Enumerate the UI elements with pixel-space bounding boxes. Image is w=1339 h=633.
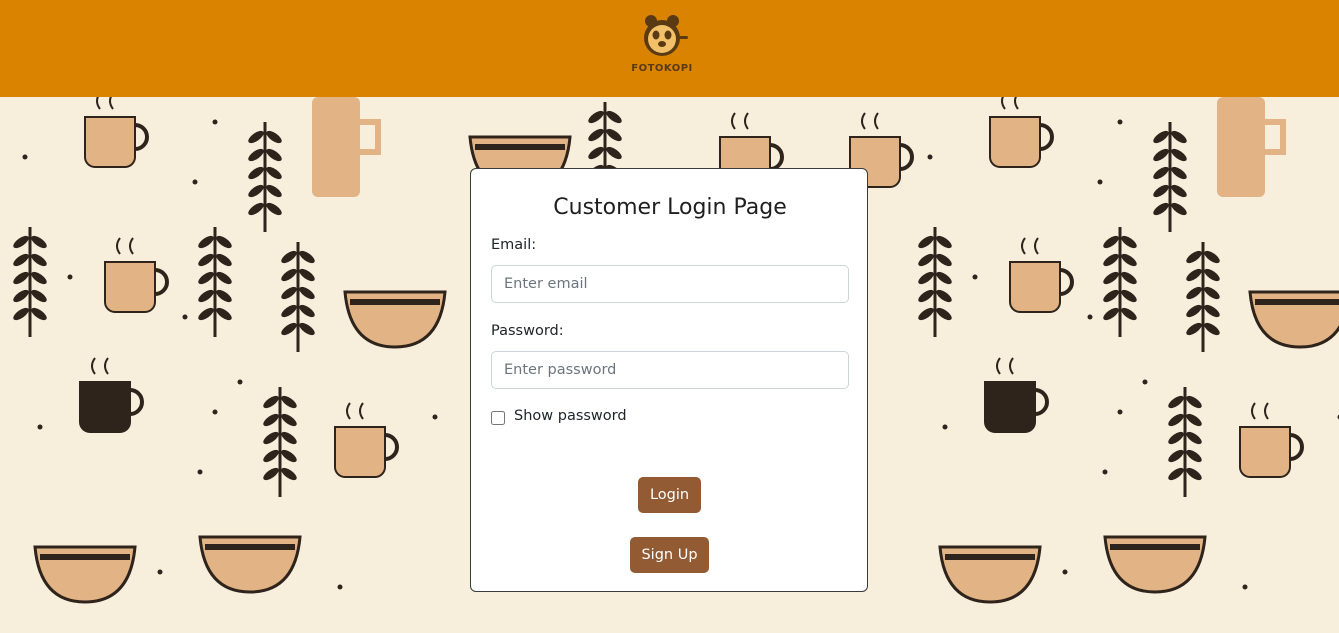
show-password-checkbox[interactable]	[491, 411, 505, 425]
email-field[interactable]	[491, 265, 849, 303]
steam-lines	[1021, 237, 1039, 255]
page-title: Customer Login Page	[553, 195, 787, 220]
password-field[interactable]	[491, 351, 849, 389]
login-button[interactable]: Login	[638, 477, 701, 513]
login-card: Customer Login Page Email: Password: Sho…	[470, 168, 868, 592]
mug-illustration	[334, 426, 386, 478]
brand-logo[interactable]: FOTOKOPI	[630, 12, 694, 80]
mug-illustration	[1239, 426, 1291, 478]
steam-lines	[996, 357, 1014, 375]
top-header: FOTOKOPI	[0, 0, 1339, 97]
steam-lines	[861, 112, 879, 130]
signup-button[interactable]: Sign Up	[630, 537, 709, 573]
show-password-label[interactable]: Show password	[514, 408, 627, 424]
mug-illustration	[79, 381, 131, 433]
jug-illustration	[312, 97, 360, 197]
password-label: Password:	[491, 323, 564, 339]
steam-lines	[346, 402, 364, 420]
mug-illustration	[989, 116, 1041, 168]
mug-illustration	[1009, 261, 1061, 313]
steam-lines	[1251, 402, 1269, 420]
steam-lines	[731, 112, 749, 130]
mug-illustration	[104, 261, 156, 313]
steam-lines	[91, 357, 109, 375]
mug-illustration	[84, 116, 136, 168]
mug-illustration	[984, 381, 1036, 433]
steam-lines	[116, 237, 134, 255]
jug-illustration	[1217, 97, 1265, 197]
brand-name: FOTOKOPI	[631, 63, 693, 74]
email-label: Email:	[491, 237, 537, 253]
steam-lines	[1001, 97, 1019, 110]
bear-face-icon	[644, 15, 688, 56]
steam-lines	[96, 97, 114, 110]
